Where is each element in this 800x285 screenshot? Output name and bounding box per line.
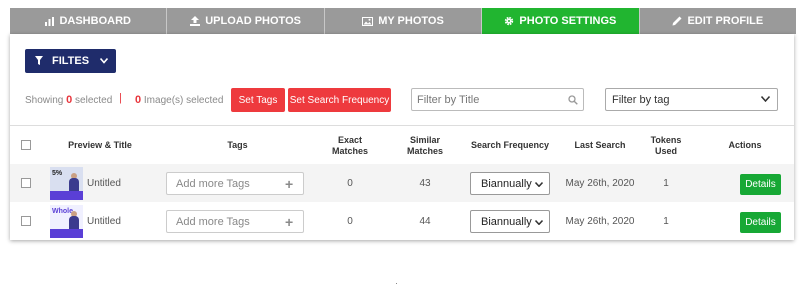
separator: | (119, 92, 122, 104)
tab-edit-profile[interactable]: EDIT PROFILE (639, 8, 797, 34)
set-tags-button[interactable]: Set Tags (231, 88, 285, 112)
pencil-icon (672, 16, 682, 26)
filter-by-title-placeholder: Filter by Title (417, 93, 480, 106)
images-count: 0 (135, 94, 142, 106)
thumbnail-text: Whole (52, 208, 73, 215)
funnel-icon (35, 55, 43, 67)
details-button[interactable]: Details (740, 212, 781, 233)
exact-matches-value: 0 (347, 215, 353, 227)
plus-icon[interactable]: + (285, 214, 303, 230)
selected-suffix: selected (75, 95, 113, 106)
add-tags-input[interactable]: Add more Tags + (166, 172, 304, 195)
filter-by-title-input[interactable]: Filter by Title (411, 88, 584, 111)
chevron-down-icon (534, 179, 549, 189)
col-exact-matches: Exact Matches (331, 134, 368, 156)
chevron-down-icon (760, 94, 777, 105)
selected-count: 0 (66, 94, 73, 106)
image-icon (362, 16, 374, 26)
tab-photo-settings[interactable]: PHOTO SETTINGS (482, 8, 640, 41)
search-frequency-value: Biannually (481, 215, 532, 228)
chevron-down-icon (534, 217, 549, 227)
col-similar-matches: Similar Matches (406, 134, 443, 156)
bar-chart-icon (45, 16, 55, 26)
plus-icon[interactable]: + (285, 176, 303, 192)
search-frequency-select[interactable]: Biannually (470, 210, 550, 233)
tokens-used-value: 1 (663, 215, 669, 227)
filters-label: FILTES (52, 55, 90, 67)
add-tags-input[interactable]: Add more Tags + (166, 210, 304, 233)
table-row: 5% Untitled Add more Tags + 0 43 Biannua… (10, 164, 794, 202)
photo-title: Untitled (87, 177, 121, 189)
last-search-value: May 26th, 2020 (565, 215, 635, 227)
search-frequency-select[interactable]: Biannually (470, 172, 550, 195)
similar-matches-value: 44 (419, 215, 431, 227)
thumbnail-text: 5% (52, 170, 63, 177)
filter-by-tag-value: Filter by tag (612, 93, 670, 106)
filters-button[interactable]: FILTES (25, 49, 116, 73)
filter-by-tag-select[interactable]: Filter by tag (605, 88, 778, 111)
col-actions: Actions (728, 140, 762, 150)
tab-upload-photos[interactable]: UPLOAD PHOTOS (167, 8, 325, 34)
col-tags: Tags (227, 140, 248, 150)
tab-label: EDIT PROFILE (687, 15, 764, 27)
photo-thumbnail[interactable]: Whole (50, 205, 83, 238)
search-frequency-value: Biannually (481, 177, 532, 190)
tab-label: PHOTO SETTINGS (519, 15, 617, 27)
showing-prefix: Showing (25, 95, 64, 106)
photo-thumbnail[interactable]: 5% (50, 167, 83, 200)
upload-icon (190, 16, 201, 26)
tab-label: MY PHOTOS (378, 15, 444, 27)
images-suffix: Image(s) selected (143, 95, 224, 106)
main-nav-tabs: DASHBOARD UPLOAD PHOTOS MY PHOTOS PHOTO … (10, 8, 797, 41)
table-row: Whole Untitled Add more Tags + 0 44 Bian… (10, 202, 794, 240)
col-search-frequency: Search Frequency (470, 140, 550, 150)
photo-title: Untitled (87, 215, 121, 227)
chevron-down-icon (99, 57, 109, 66)
gear-icon (504, 16, 514, 26)
table-header: Preview & Title Tags Exact Matches Simil… (10, 125, 794, 164)
col-tokens-used: Tokens Used (650, 134, 682, 156)
tab-dashboard[interactable]: DASHBOARD (10, 8, 168, 34)
tokens-used-value: 1 (663, 177, 669, 189)
row-checkbox[interactable] (21, 216, 31, 226)
col-preview-title: Preview & Title (68, 140, 132, 150)
showing-selected-text: Showing 0 selected (25, 94, 112, 106)
search-icon[interactable] (563, 94, 583, 105)
photo-settings-panel: FILTES Showing 0 selected | 0 Image(s) s… (10, 34, 794, 240)
exact-matches-value: 0 (347, 177, 353, 189)
col-last-search: Last Search (574, 140, 626, 150)
tab-label: DASHBOARD (59, 15, 131, 27)
similar-matches-value: 43 (419, 177, 431, 189)
details-button[interactable]: Details (740, 174, 781, 195)
add-tags-placeholder: Add more Tags (176, 215, 250, 228)
select-all-checkbox[interactable] (21, 140, 31, 150)
last-search-value: May 26th, 2020 (565, 177, 635, 189)
tab-my-photos[interactable]: MY PHOTOS (324, 8, 483, 34)
add-tags-placeholder: Add more Tags (176, 177, 250, 190)
stray-dot (396, 283, 397, 284)
set-search-frequency-button[interactable]: Set Search Frequency (288, 88, 391, 112)
tab-label: UPLOAD PHOTOS (205, 15, 301, 27)
row-checkbox[interactable] (21, 178, 31, 188)
images-selected-text: 0 Image(s) selected (135, 94, 223, 106)
